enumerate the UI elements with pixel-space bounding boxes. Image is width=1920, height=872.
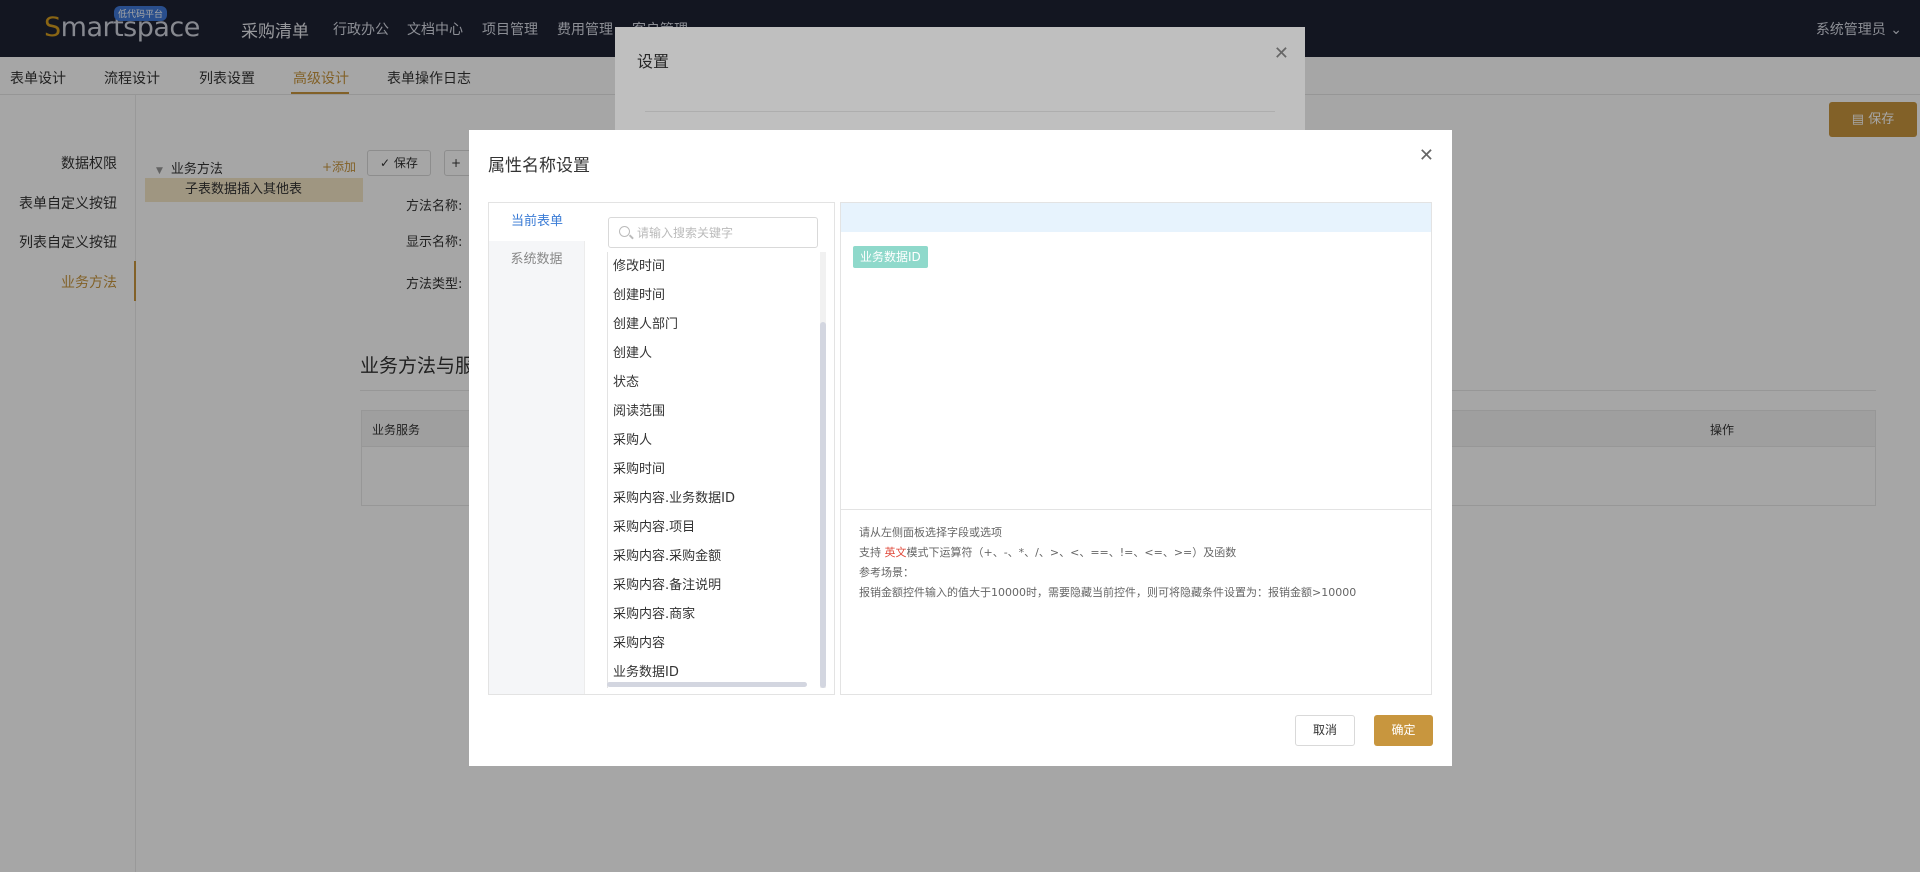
search-input[interactable] (637, 223, 813, 243)
list-item[interactable]: 创建人 (608, 339, 819, 368)
dialog-title: 属性名称设置 (488, 156, 590, 176)
list-item[interactable]: 采购内容.备注说明 (608, 571, 819, 600)
list-item[interactable]: 采购内容.业务数据ID (608, 484, 819, 513)
vertical-scrollbar[interactable] (820, 252, 826, 688)
tab-system-data[interactable]: 系统数据 (489, 241, 584, 279)
hint-line-2: 支持 英文模式下运算符（+、-、*、/、>、<、==、!=、<=、>=）及函数 (859, 546, 1237, 559)
list-item[interactable]: 采购人 (608, 426, 819, 455)
field-list: 修改时间 创建时间 创建人部门 创建人 状态 阅读范围 采购人 采购时间 采购内… (607, 252, 819, 688)
horizontal-scrollbar[interactable] (607, 682, 807, 687)
scrollbar-thumb[interactable] (820, 322, 826, 688)
expression-toolbar (841, 203, 1431, 232)
list-item[interactable]: 采购内容 (608, 629, 819, 658)
cancel-button[interactable]: 取消 (1295, 715, 1355, 746)
hint-line-4: 报销金额控件输入的值大于10000时，需要隐藏当前控件，则可将隐藏条件设置为：报… (859, 586, 1357, 599)
list-item[interactable]: 状态 (608, 368, 819, 397)
close-icon[interactable]: ✕ (1419, 145, 1434, 166)
list-item[interactable]: 创建时间 (608, 281, 819, 310)
hint-line-3: 参考场景： (859, 566, 914, 579)
field-source-panel: 当前表单 系统数据 修改时间 创建时间 创建人部门 创建人 状态 阅读范围 采购… (488, 202, 835, 695)
list-item[interactable]: 修改时间 (608, 252, 819, 281)
tab-current-form[interactable]: 当前表单 (489, 203, 585, 241)
hint-line-1: 请从左侧面板选择字段或选项 (859, 526, 1002, 539)
settings-dialog-shade (615, 27, 1305, 137)
search-icon (619, 226, 630, 237)
expression-editor[interactable]: 业务数据ID (841, 232, 1431, 510)
list-item[interactable]: 采购内容.采购金额 (608, 542, 819, 571)
field-search[interactable] (608, 217, 818, 248)
list-item[interactable]: 阅读范围 (608, 397, 819, 426)
list-item[interactable]: 创建人部门 (608, 310, 819, 339)
property-name-dialog: 属性名称设置 ✕ 当前表单 系统数据 修改时间 创建时间 创建人部门 创建人 状… (469, 130, 1452, 766)
source-tabs: 当前表单 系统数据 (489, 203, 585, 694)
confirm-button[interactable]: 确定 (1374, 715, 1433, 746)
list-item[interactable]: 采购内容.商家 (608, 600, 819, 629)
list-item[interactable]: 采购内容.项目 (608, 513, 819, 542)
selected-field-token[interactable]: 业务数据ID (853, 246, 928, 268)
expression-panel: 业务数据ID 请从左侧面板选择字段或选项 支持 英文模式下运算符（+、-、*、/… (840, 202, 1432, 695)
list-item[interactable]: 采购时间 (608, 455, 819, 484)
